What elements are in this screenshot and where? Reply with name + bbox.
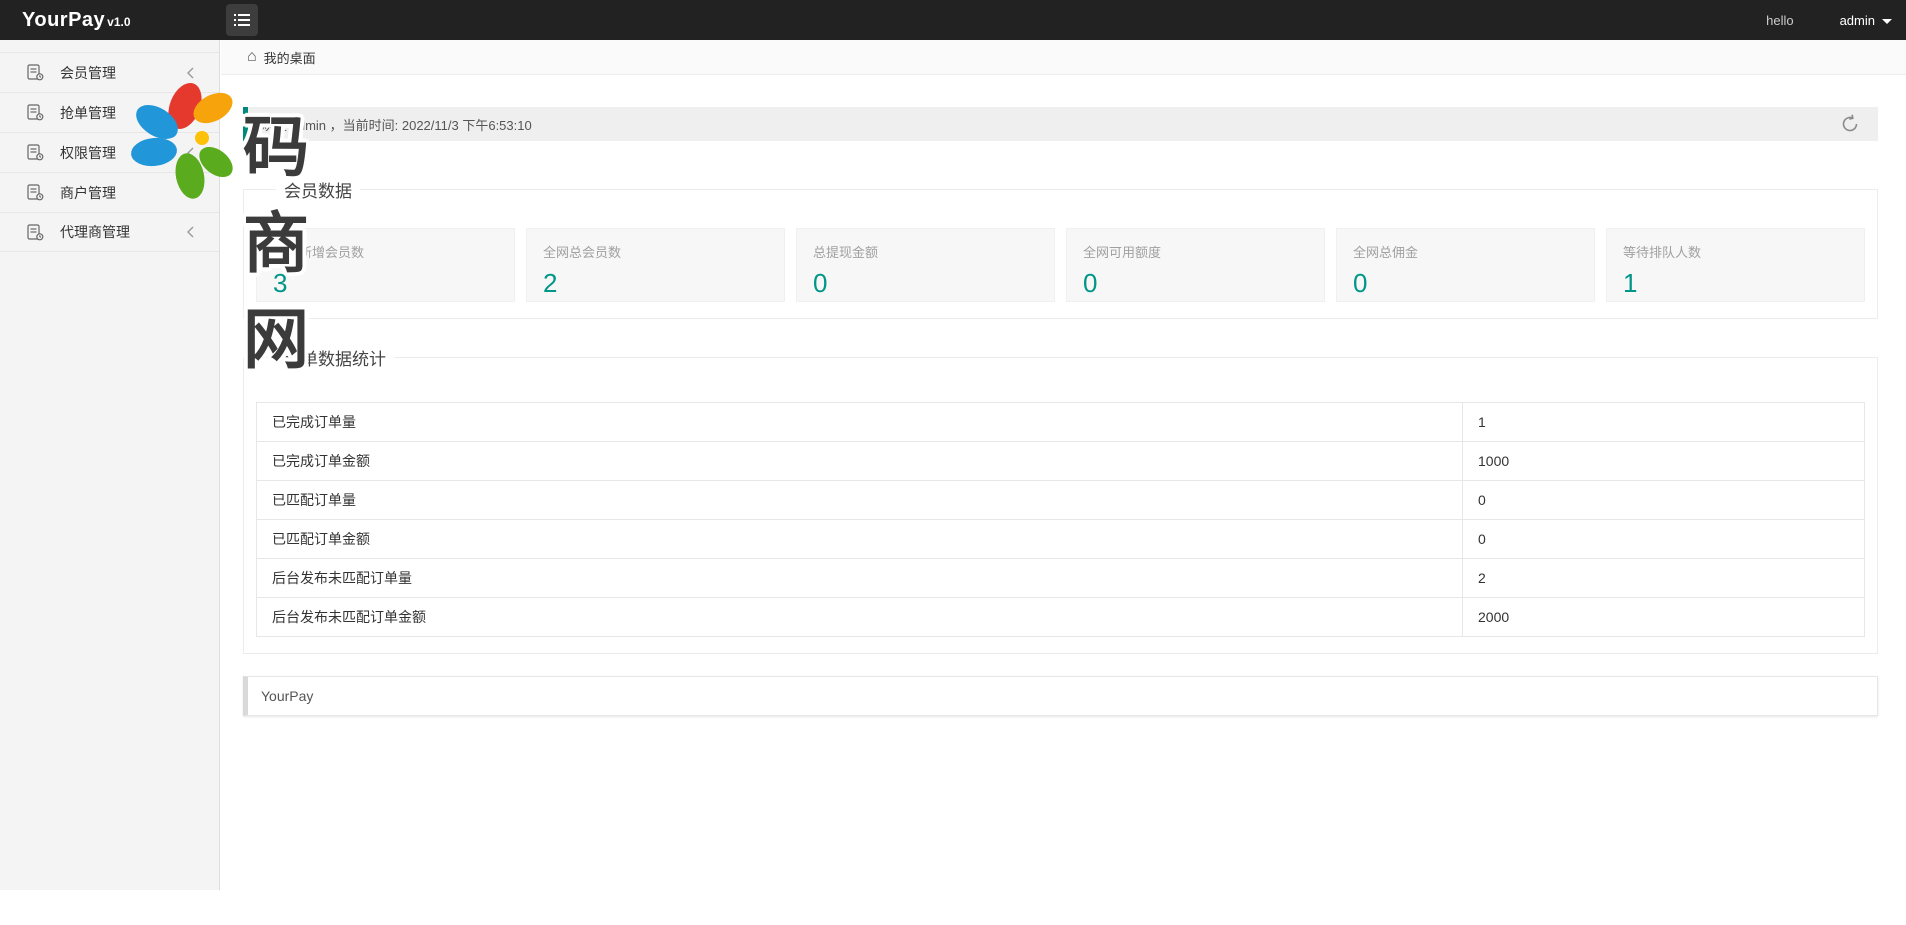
stat-label: 全网可用额度 xyxy=(1083,242,1308,261)
sidebar-item-permissions[interactable]: 权限管理 xyxy=(0,132,219,172)
sidebar-item-members[interactable]: 会员管理 xyxy=(0,52,219,92)
row-value: 2 xyxy=(1463,559,1865,598)
sidebar-toggle-button[interactable] xyxy=(226,4,258,36)
breadcrumb: ⌂ 我的桌面 xyxy=(221,40,1906,75)
row-label: 已匹配订单金额 xyxy=(257,520,1463,559)
row-label: 已完成订单量 xyxy=(257,403,1463,442)
greeting-text: hello xyxy=(1766,13,1793,28)
home-icon: ⌂ xyxy=(247,49,257,65)
table-row: 已匹配订单量 0 xyxy=(257,481,1865,520)
order-section-title: 订单数据统计 xyxy=(276,345,394,370)
sidebar-item-agents[interactable]: 代理商管理 xyxy=(0,212,219,252)
sidebar: 会员管理 抢单管理 权限管理 商户管理 代理商管理 xyxy=(0,40,220,890)
topbar: YourPayv1.0 hello admin xyxy=(0,0,1906,40)
stat-card-total-members: 全网总会员数 2 xyxy=(526,228,785,302)
stat-value: 3 xyxy=(273,268,498,299)
brand-version: v1.0 xyxy=(107,15,130,29)
main-content: 欢迎 admin ，当前时间: 2022/11/3 下午6:53:10 会员数据… xyxy=(221,75,1906,925)
row-label: 已完成订单金额 xyxy=(257,442,1463,481)
member-section-title: 会员数据 xyxy=(276,177,360,202)
sidebar-menu: 会员管理 抢单管理 权限管理 商户管理 代理商管理 xyxy=(0,52,219,252)
breadcrumb-home-link[interactable]: 我的桌面 xyxy=(264,48,316,67)
form-icon xyxy=(27,224,44,241)
username-text: admin xyxy=(1840,13,1875,28)
topbar-right: hello admin xyxy=(1766,0,1892,40)
row-value: 1000 xyxy=(1463,442,1865,481)
table-row: 已匹配订单金额 0 xyxy=(257,520,1865,559)
stat-card-new-members-today: 今日新增会员数 3 xyxy=(256,228,515,302)
form-icon xyxy=(27,104,44,121)
footer-panel: YourPay xyxy=(243,676,1878,716)
row-label: 已匹配订单量 xyxy=(257,481,1463,520)
sidebar-item-label: 抢单管理 xyxy=(60,103,116,123)
stat-value: 0 xyxy=(1083,268,1308,299)
member-data-section: 会员数据 今日新增会员数 3 全网总会员数 2 总提现金额 0 全网可用额度 0 xyxy=(243,177,1878,319)
table-row: 后台发布未匹配订单量 2 xyxy=(257,559,1865,598)
stat-value: 1 xyxy=(1623,268,1848,299)
chevron-left-icon xyxy=(186,187,195,199)
welcome-text: 欢迎 admin ，当前时间: 2022/11/3 下午6:53:10 xyxy=(261,115,532,134)
caret-down-icon xyxy=(1882,19,1892,24)
chevron-left-icon xyxy=(186,107,195,119)
row-label: 后台发布未匹配订单量 xyxy=(257,559,1463,598)
stat-label: 今日新增会员数 xyxy=(273,242,498,261)
footer-brand-text: YourPay xyxy=(261,688,313,704)
sidebar-item-label: 会员管理 xyxy=(60,63,116,83)
order-stats-table: 已完成订单量 1 已完成订单金额 1000 已匹配订单量 0 已匹配订单金额 0 xyxy=(256,402,1865,637)
chevron-left-icon xyxy=(186,147,195,159)
stat-cards-row: 今日新增会员数 3 全网总会员数 2 总提现金额 0 全网可用额度 0 全网总佣… xyxy=(256,228,1865,302)
sidebar-item-order-grab[interactable]: 抢单管理 xyxy=(0,92,219,132)
row-value: 0 xyxy=(1463,520,1865,559)
dashboard-page: YourPayv1.0 hello admin 会员管理 xyxy=(0,0,1906,925)
form-icon xyxy=(27,184,44,201)
sidebar-item-label: 代理商管理 xyxy=(60,222,130,242)
stat-label: 全网总佣金 xyxy=(1353,242,1578,261)
stat-card-total-withdrawal: 总提现金额 0 xyxy=(796,228,1055,302)
user-dropdown[interactable]: admin xyxy=(1840,13,1892,28)
refresh-button[interactable] xyxy=(1838,112,1862,136)
brand-name: YourPay xyxy=(22,9,105,32)
row-value: 1 xyxy=(1463,403,1865,442)
row-value: 0 xyxy=(1463,481,1865,520)
chevron-left-icon xyxy=(186,226,195,238)
order-stats-section: 订单数据统计 已完成订单量 1 已完成订单金额 1000 已匹配订单量 0 xyxy=(243,345,1878,654)
refresh-icon xyxy=(1840,114,1860,134)
welcome-bar: 欢迎 admin ，当前时间: 2022/11/3 下午6:53:10 xyxy=(243,107,1878,141)
table-row: 已完成订单金额 1000 xyxy=(257,442,1865,481)
form-icon xyxy=(27,64,44,81)
form-icon xyxy=(27,144,44,161)
stat-card-queue-count: 等待排队人数 1 xyxy=(1606,228,1865,302)
stat-value: 0 xyxy=(1353,268,1578,299)
sidebar-item-label: 权限管理 xyxy=(60,143,116,163)
stat-value: 0 xyxy=(813,268,1038,299)
sidebar-item-label: 商户管理 xyxy=(60,183,116,203)
stat-card-total-commission: 全网总佣金 0 xyxy=(1336,228,1595,302)
table-row: 已完成订单量 1 xyxy=(257,403,1865,442)
brand-logo: YourPayv1.0 xyxy=(22,0,131,40)
chevron-left-icon xyxy=(186,67,195,79)
stat-label: 总提现金额 xyxy=(813,242,1038,261)
stat-card-available-quota: 全网可用额度 0 xyxy=(1066,228,1325,302)
sidebar-item-merchants[interactable]: 商户管理 xyxy=(0,172,219,212)
table-row: 后台发布未匹配订单金额 2000 xyxy=(257,598,1865,637)
stat-label: 全网总会员数 xyxy=(543,242,768,261)
stat-label: 等待排队人数 xyxy=(1623,242,1848,261)
stat-value: 2 xyxy=(543,268,768,299)
row-value: 2000 xyxy=(1463,598,1865,637)
row-label: 后台发布未匹配订单金额 xyxy=(257,598,1463,637)
menu-list-icon xyxy=(233,13,251,27)
